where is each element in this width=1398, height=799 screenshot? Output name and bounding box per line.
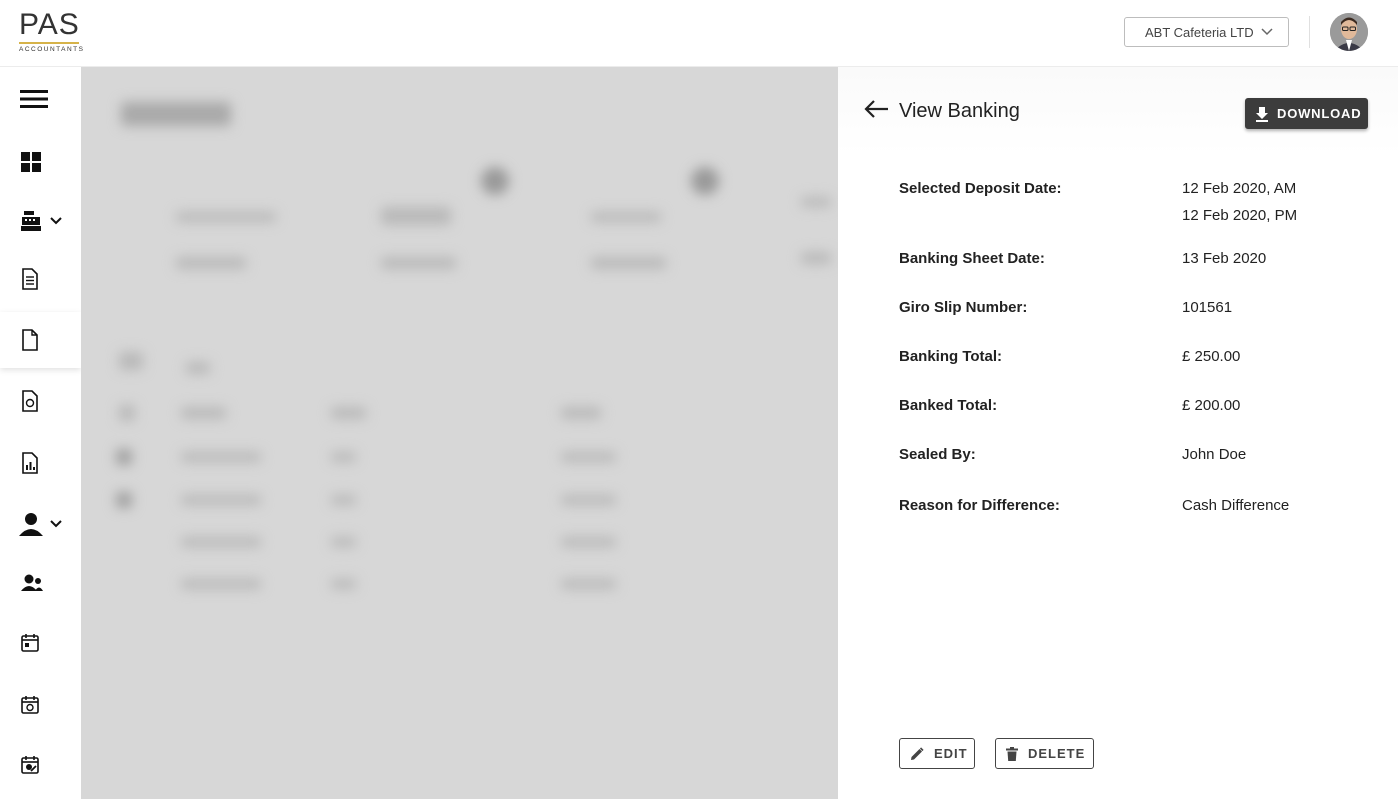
- download-label: DOWNLOAD: [1277, 106, 1362, 121]
- field-value-line: 12 Feb 2020, AM: [1182, 180, 1297, 197]
- top-bar: PAS ACCOUNTANTS ABT Cafeteria LTD: [0, 0, 1398, 67]
- field-value: 101561: [1182, 299, 1233, 316]
- header-divider: [1309, 16, 1310, 48]
- sidebar-item-reports[interactable]: [0, 251, 81, 307]
- field-value: £ 250.00: [1182, 348, 1241, 365]
- delete-button[interactable]: DELETE: [995, 738, 1094, 769]
- calendar-edit-icon: [21, 756, 39, 774]
- sidebar-item-staff[interactable]: [0, 555, 81, 611]
- sidebar-item-schedule[interactable]: [0, 677, 81, 733]
- logo-text: PAS: [19, 8, 80, 41]
- menu-icon: [20, 90, 48, 108]
- field-label: Banking Total:: [899, 348, 1003, 365]
- field-label: Banked Total:: [899, 397, 998, 414]
- document-check-icon: [22, 390, 38, 412]
- sidebar: [0, 67, 81, 799]
- company-logo[interactable]: PAS ACCOUNTANTS: [19, 8, 85, 54]
- download-button[interactable]: DOWNLOAD: [1245, 98, 1368, 129]
- logo-subtext: ACCOUNTANTS: [19, 46, 85, 53]
- sidebar-item-rota[interactable]: [0, 737, 81, 793]
- user-icon: [19, 513, 43, 536]
- field-value: £ 200.00: [1182, 397, 1241, 414]
- back-button[interactable]: [862, 97, 892, 121]
- document-icon: [22, 329, 38, 351]
- users-icon: [21, 574, 43, 591]
- sidebar-menu-toggle[interactable]: [0, 71, 81, 127]
- cash-register-icon: [21, 211, 41, 231]
- document-list-icon: [22, 268, 38, 290]
- calendar-check-icon: [21, 696, 39, 714]
- field-label: Selected Deposit Date:: [899, 180, 1062, 197]
- panel-header: View Banking DOWNLOAD: [838, 67, 1398, 155]
- sidebar-item-users[interactable]: [0, 496, 81, 552]
- chevron-down-icon: [50, 520, 62, 528]
- field-label: Sealed By:: [899, 446, 976, 463]
- blurred-content: [81, 67, 838, 799]
- field-value: John Doe: [1182, 446, 1247, 463]
- sidebar-item-calendar[interactable]: [0, 615, 81, 671]
- sidebar-item-sales[interactable]: [0, 193, 81, 249]
- delete-label: DELETE: [1028, 746, 1086, 761]
- logo-underline: [19, 42, 79, 44]
- company-select-value: ABT Cafeteria LTD: [1145, 24, 1254, 40]
- field-value: Cash Difference: [1182, 497, 1290, 514]
- avatar[interactable]: [1330, 13, 1368, 51]
- sidebar-item-analytics[interactable]: [0, 435, 81, 491]
- document-chart-icon: [22, 452, 38, 474]
- edit-label: EDIT: [934, 746, 968, 761]
- field-value: 13 Feb 2020: [1182, 250, 1267, 267]
- field-label: Giro Slip Number:: [899, 299, 1028, 316]
- chevron-down-icon: [1261, 28, 1273, 36]
- edit-button[interactable]: EDIT: [899, 738, 975, 769]
- field-label: Banking Sheet Date:: [899, 250, 1045, 267]
- avatar-image: [1330, 13, 1368, 51]
- arrow-left-icon: [864, 100, 888, 118]
- pencil-icon: [911, 746, 924, 760]
- dashboard-icon: [21, 152, 41, 172]
- calendar-icon: [21, 634, 39, 652]
- chevron-down-icon: [50, 217, 62, 225]
- sidebar-item-deposits[interactable]: [0, 373, 81, 429]
- view-banking-panel: View Banking DOWNLOAD Selected Deposit D…: [838, 67, 1398, 799]
- field-label: Reason for Difference:: [899, 497, 1060, 514]
- field-value: 12 Feb 2020, AM 12 Feb 2020, PM: [1182, 175, 1297, 229]
- trash-icon: [1006, 746, 1018, 761]
- background-page-overlay[interactable]: [81, 67, 838, 799]
- panel-title: View Banking: [899, 100, 1020, 122]
- field-value-line: 12 Feb 2020, PM: [1182, 207, 1298, 224]
- sidebar-item-dashboard[interactable]: [0, 134, 81, 190]
- sidebar-item-banking[interactable]: [0, 312, 81, 368]
- company-select[interactable]: ABT Cafeteria LTD: [1124, 17, 1289, 47]
- download-icon: [1256, 106, 1268, 122]
